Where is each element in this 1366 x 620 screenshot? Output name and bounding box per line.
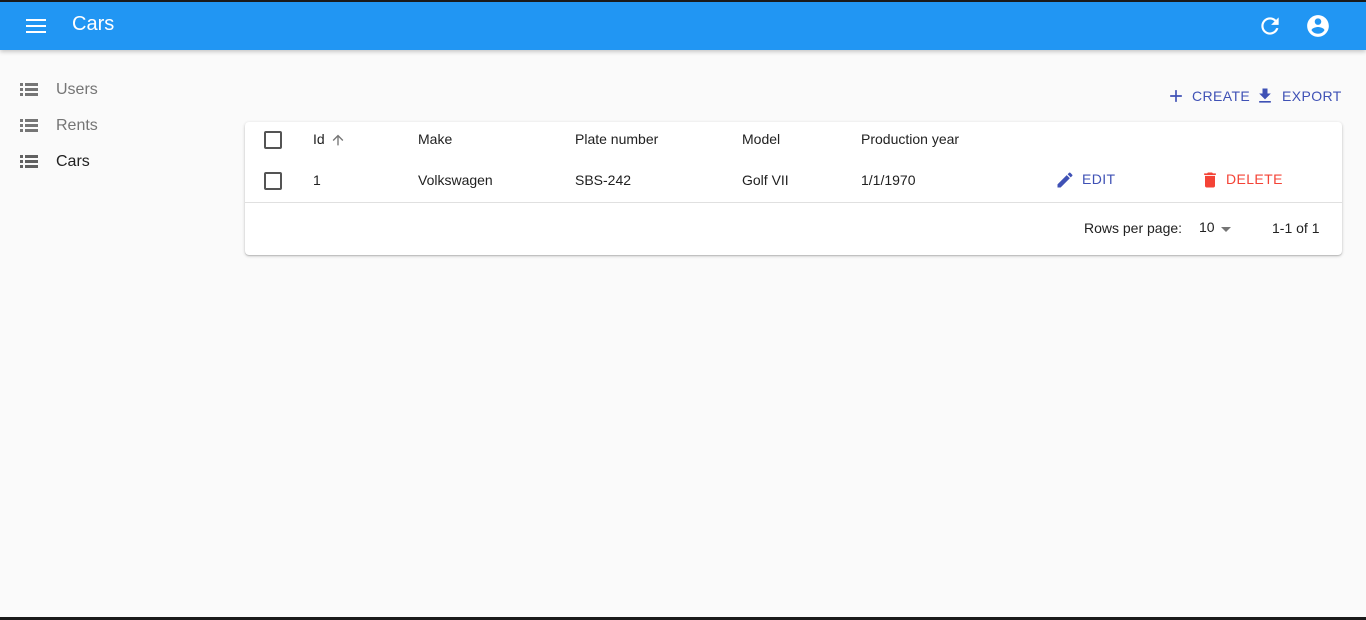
column-header-production-year[interactable]: Production year <box>861 131 959 147</box>
sidebar-item-label: Cars <box>56 153 90 170</box>
page-title: Cars <box>72 13 115 35</box>
list-icon <box>20 155 38 169</box>
cell-id: 1 <box>313 172 321 188</box>
column-header-model[interactable]: Model <box>742 131 780 147</box>
delete-button[interactable]: DELETE <box>1200 170 1282 192</box>
export-button[interactable]: EXPORT <box>1255 84 1342 108</box>
select-all-checkbox[interactable] <box>264 131 282 149</box>
cell-make: Volkswagen <box>418 172 493 188</box>
arrow-upward-icon[interactable] <box>330 132 346 148</box>
divider <box>245 202 1342 203</box>
account-button[interactable] <box>1305 13 1331 39</box>
sidebar-item-cars[interactable]: Cars <box>0 144 220 180</box>
edit-label: EDIT <box>1082 171 1116 187</box>
pagination-range: 1-1 of 1 <box>1272 220 1320 236</box>
refresh-icon <box>1261 17 1279 35</box>
app-bar: Cars <box>0 0 1366 50</box>
chevron-down-icon <box>1221 227 1231 232</box>
list-icon <box>20 119 38 133</box>
row-checkbox[interactable] <box>264 172 282 190</box>
menu-icon <box>26 19 46 21</box>
refresh-button[interactable] <box>1257 13 1283 39</box>
delete-label: DELETE <box>1226 171 1283 187</box>
menu-button[interactable] <box>22 12 50 40</box>
rows-per-page-label: Rows per page: <box>1084 220 1183 236</box>
download-icon <box>1259 88 1271 103</box>
create-label: CREATE <box>1192 88 1251 104</box>
account-circle-icon <box>1307 15 1329 37</box>
column-header-id[interactable]: Id <box>313 131 325 147</box>
edit-button[interactable]: EDIT <box>1055 170 1117 192</box>
cell-production-year: 1/1/1970 <box>861 172 916 188</box>
export-label: EXPORT <box>1282 88 1342 104</box>
add-icon <box>1170 90 1182 102</box>
sidebar-item-label: Users <box>56 81 98 98</box>
edit-icon <box>1057 172 1073 188</box>
cell-model: Golf VII <box>742 172 789 188</box>
column-header-plate-number[interactable]: Plate number <box>575 131 658 147</box>
data-table: Id Make Plate number Model Production ye… <box>245 122 1342 255</box>
cell-plate-number: SBS-242 <box>575 172 632 188</box>
sidebar-item-label: Rents <box>56 117 98 134</box>
rows-per-page-value: 10 <box>1199 219 1215 235</box>
delete-icon <box>1204 172 1216 188</box>
create-button[interactable]: CREATE <box>1166 84 1251 108</box>
column-header-make[interactable]: Make <box>418 131 452 147</box>
sidebar-item-users[interactable]: Users <box>0 72 220 108</box>
list-icon <box>20 83 38 97</box>
sidebar-item-rents[interactable]: Rents <box>0 108 220 144</box>
rows-per-page-select[interactable]: 10 <box>1199 219 1235 239</box>
